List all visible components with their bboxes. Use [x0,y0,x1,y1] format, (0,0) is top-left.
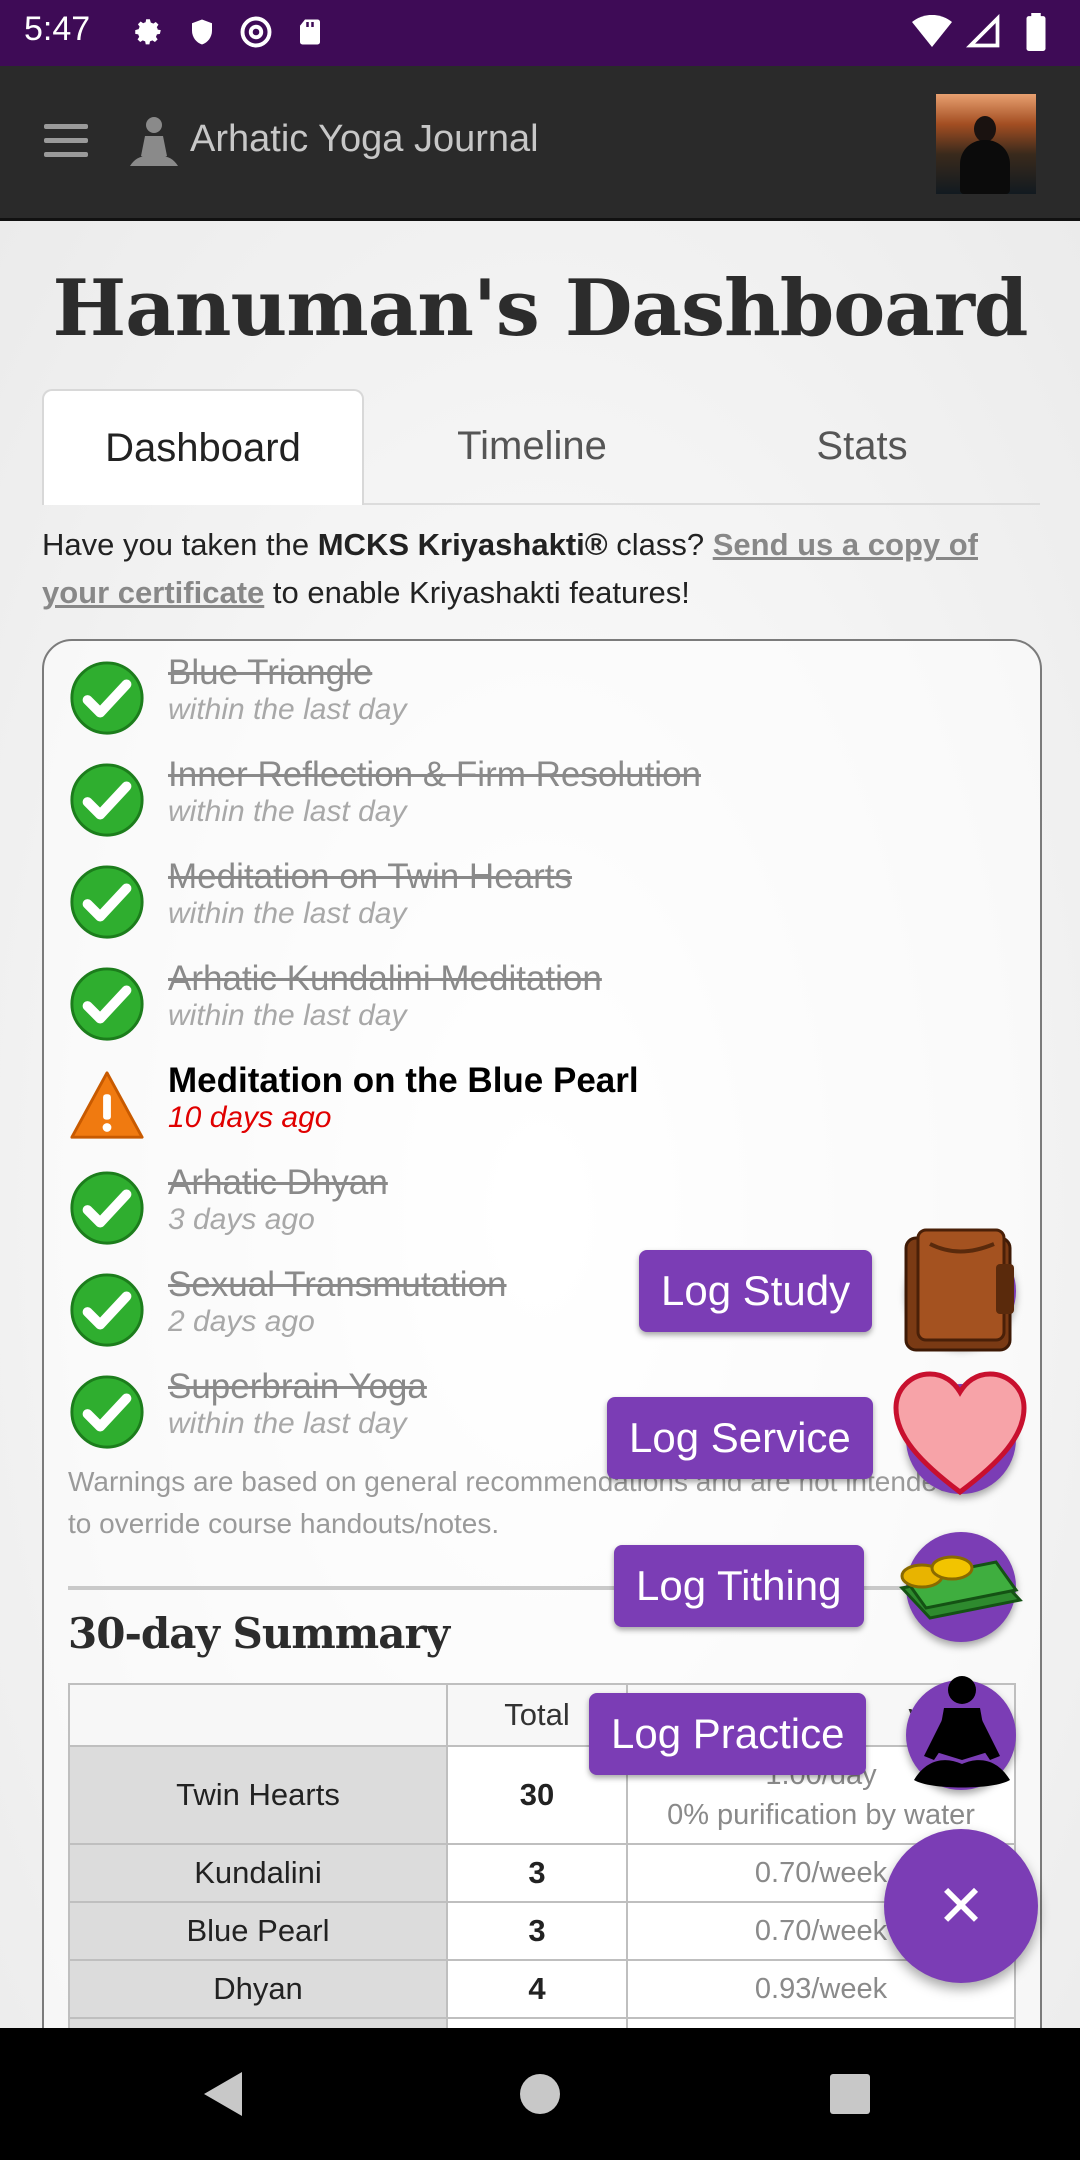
kriyashakti-notice: Have you taken the MCKS Kriyashakti® cla… [42,521,1032,617]
book-icon[interactable] [900,1224,1020,1356]
back-icon[interactable] [200,2068,246,2125]
check-icon [68,965,146,1043]
tab-bar: Dashboard Timeline Stats [42,389,1040,505]
page-title: Hanuman's Dashboard [52,263,1029,354]
recents-icon[interactable] [828,2072,872,2121]
practice-time: 3 days ago [168,1203,315,1236]
practice-name: Sexual Transmutation [168,1265,507,1304]
table-cell: 4 [446,1959,628,2019]
log-service-label[interactable]: Log Service [607,1397,873,1479]
summary-table: Total y Twin Hearts 30 1.00/day 0% purif… [68,1683,1016,2028]
tab-dashboard[interactable]: Dashboard [42,389,364,505]
notice-text: to enable Kriyashakti features! [264,575,690,610]
notice-class-name: MCKS Kriyashakti® [317,527,608,562]
gear-icon [128,12,168,52]
log-practice-label[interactable]: Log Practice [589,1693,867,1775]
check-icon [68,659,146,737]
practice-time: 2 days ago [168,1305,315,1338]
status-time: 5:47 [24,10,91,48]
practice-name: Meditation on the Blue Pearl [168,1061,639,1100]
money-icon[interactable] [892,1550,1024,1630]
table-cell [626,2017,1016,2028]
app-bar: Arhatic Yoga Journal [0,66,1080,221]
table-row: Twin Hearts 30 1.00/day 0% purification … [68,1745,1016,1845]
avatar[interactable] [936,94,1036,194]
table-row [68,2017,1016,2028]
heart-icon[interactable] [892,1370,1028,1500]
notice-text: Have you taken the [42,527,318,562]
table-row: Blue Pearl 3 0.70/week [68,1901,1016,1961]
table-cell: Dhyan [68,1959,448,2019]
table-cell: 3 [446,1901,628,1961]
summary-title: 30-day Summary [68,1609,450,1658]
divider [68,1586,1016,1590]
log-study-label[interactable]: Log Study [639,1250,873,1332]
close-speed-dial-button[interactable]: ✕ [884,1829,1038,1983]
check-icon [68,761,146,839]
practice-name: Superbrain Yoga [168,1367,427,1406]
practice-time: within the last day [168,693,407,726]
practice-time: within the last day [168,999,407,1032]
practice-name: Arhatic Kundalini Meditation [168,959,602,998]
table-header-row: Total y [68,1683,1016,1747]
app-title[interactable]: Arhatic Yoga Journal [190,118,539,161]
practice-time: within the last day [168,1407,407,1440]
check-icon [68,1373,146,1451]
home-icon[interactable] [518,2072,562,2121]
table-row: Kundalini 3 0.70/week [68,1843,1016,1903]
wifi-icon [912,12,952,52]
practice-time: 10 days ago [168,1101,332,1134]
log-tithing-label[interactable]: Log Tithing [614,1545,864,1627]
practice-time: within the last day [168,897,407,930]
table-header [68,1683,448,1747]
check-icon [68,863,146,941]
meditation-logo-icon [126,114,182,174]
practice-card: Blue Triangle within the last day Inner … [42,639,1042,2028]
shield-icon [182,12,222,52]
tab-stats[interactable]: Stats [702,389,1022,503]
table-cell [446,2017,628,2028]
close-icon: ✕ [936,1874,986,1939]
system-nav-bar [0,2028,1080,2160]
table-row: Dhyan 4 0.93/week [68,1959,1016,2019]
practice-name: Arhatic Dhyan [168,1163,388,1202]
practice-name: Meditation on Twin Hearts [168,857,573,896]
meditation-icon[interactable] [910,1672,1014,1796]
practice-name: Blue Triangle [168,653,373,692]
check-icon [68,1169,146,1247]
at-sign-icon [236,12,276,52]
check-icon [68,1271,146,1349]
battery-icon [1016,12,1056,52]
notice-text: class? [607,527,713,562]
practice-time: within the last day [168,795,407,828]
table-cell: 3 [446,1843,628,1903]
table-cell: Twin Hearts [68,1745,448,1845]
table-cell: Kundalini [68,1843,448,1903]
menu-icon[interactable] [44,124,88,160]
sd-card-icon [290,12,330,52]
signal-icon [964,12,1004,52]
status-bar: 5:47 [0,0,1080,66]
practice-name: Inner Reflection & Firm Resolution [168,755,701,794]
tab-timeline[interactable]: Timeline [377,389,687,503]
table-cell [68,2017,448,2028]
warning-icon [68,1067,146,1145]
table-cell: Blue Pearl [68,1901,448,1961]
